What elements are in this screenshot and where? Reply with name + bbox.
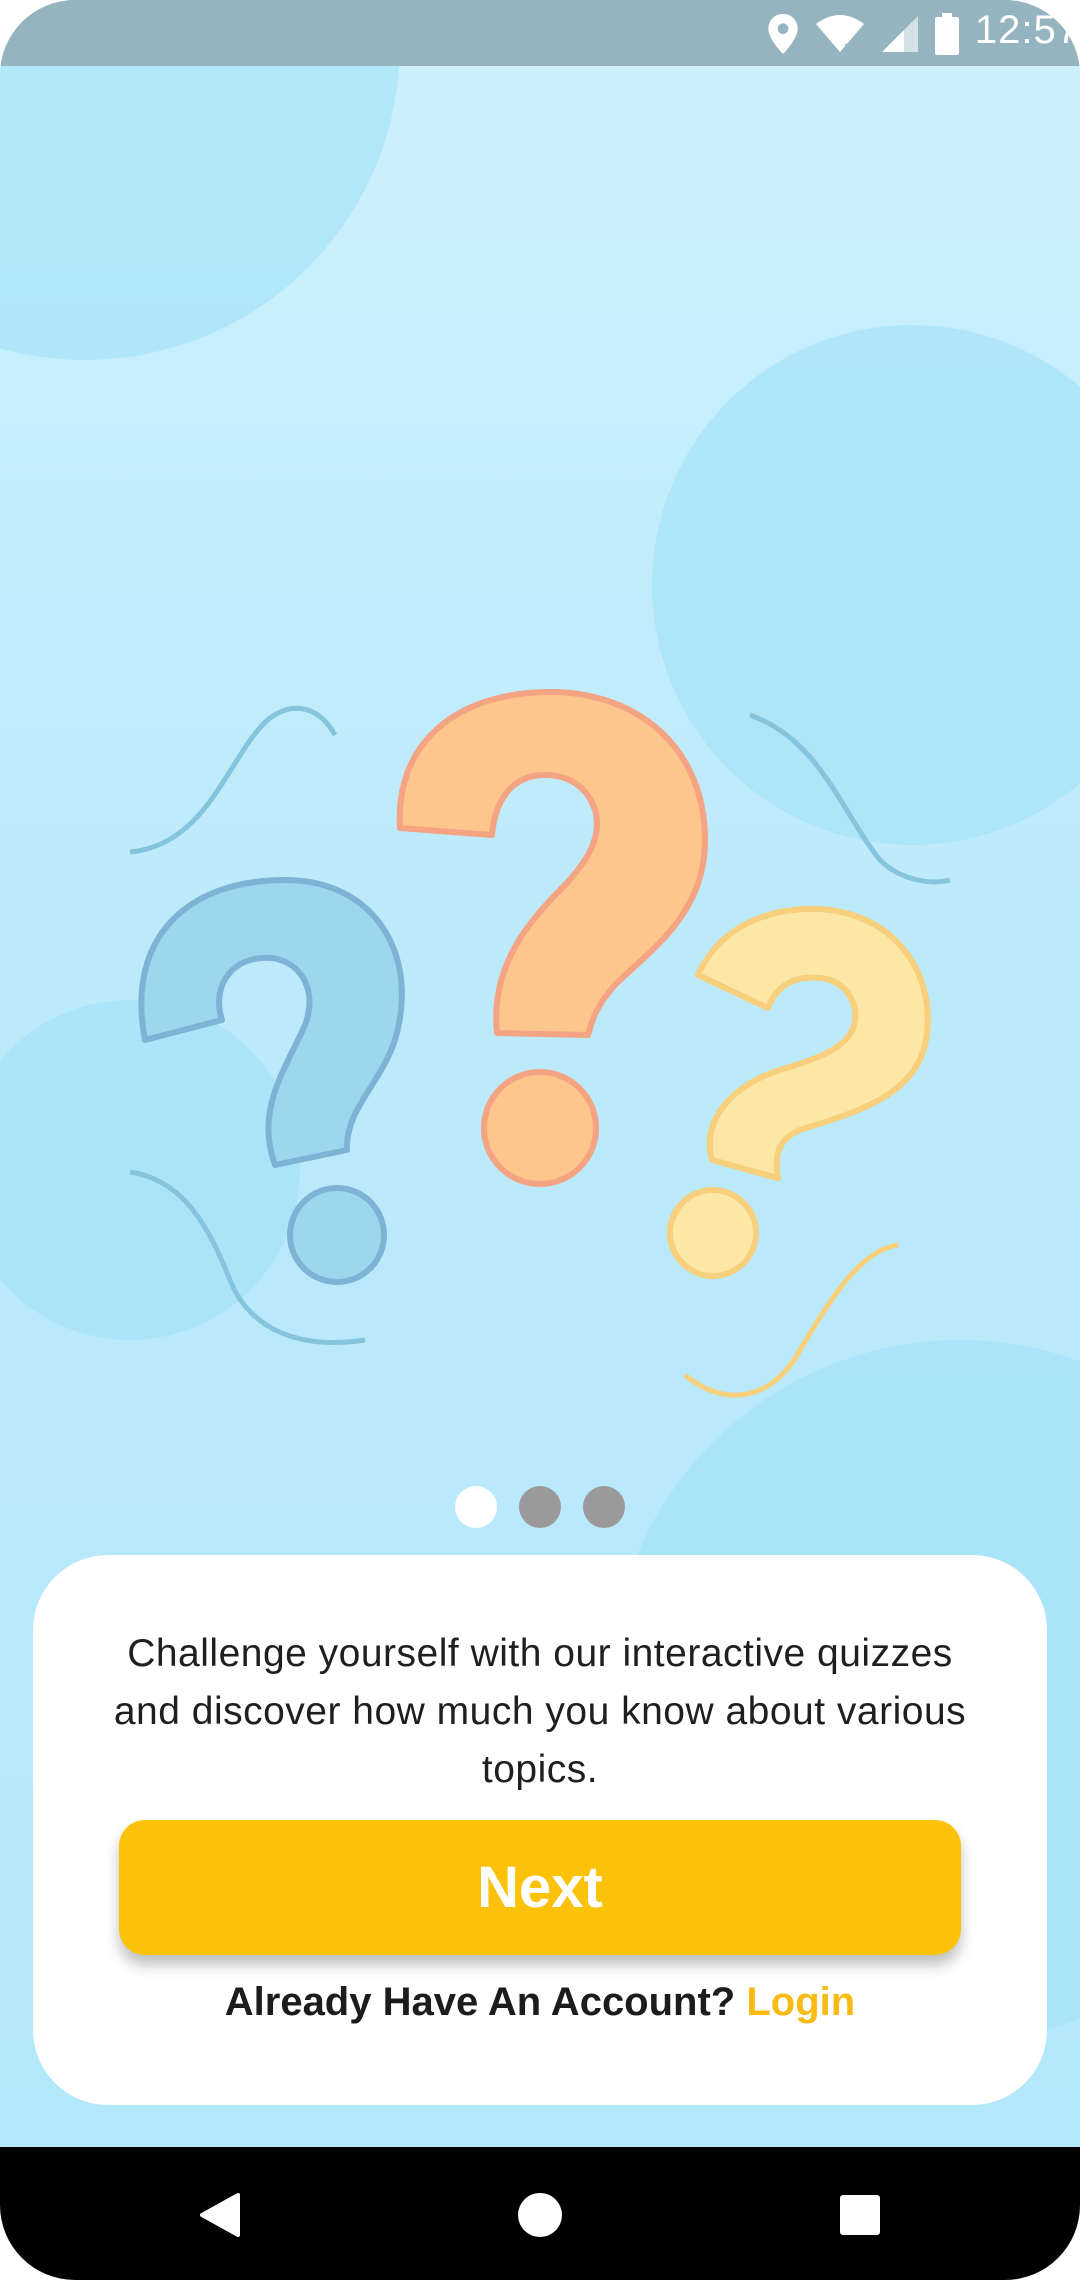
page-indicator — [0, 1486, 1080, 1528]
page-dot-active[interactable] — [455, 1486, 497, 1528]
next-button-label: Next — [477, 1855, 603, 1920]
decorative-curve — [749, 712, 951, 885]
recents-icon — [840, 2195, 880, 2235]
blue-question-mark — [138, 877, 405, 1285]
question-marks-illustration — [129, 689, 951, 1398]
orange-question-mark — [396, 689, 708, 1187]
home-button[interactable] — [510, 2185, 570, 2245]
yellow-question-mark — [667, 905, 931, 1279]
onboarding-screen: x 12:57 Challenge yourself with our inte… — [0, 0, 1080, 2280]
back-button[interactable] — [190, 2185, 250, 2245]
login-link[interactable]: Login — [746, 1980, 855, 2024]
next-button[interactable]: Next — [119, 1820, 961, 1955]
recents-button[interactable] — [830, 2185, 890, 2245]
onboarding-description: Challenge yourself with our interactive … — [113, 1632, 967, 1791]
account-prompt-text: Already Have An Account? — [224, 1980, 736, 2024]
page-dot[interactable] — [583, 1486, 625, 1528]
home-icon — [518, 2193, 562, 2237]
page-dot[interactable] — [519, 1486, 561, 1528]
back-icon — [200, 2193, 240, 2237]
account-prompt: Already Have An Account? Login — [0, 1980, 1080, 2025]
decorative-curve — [129, 705, 338, 855]
